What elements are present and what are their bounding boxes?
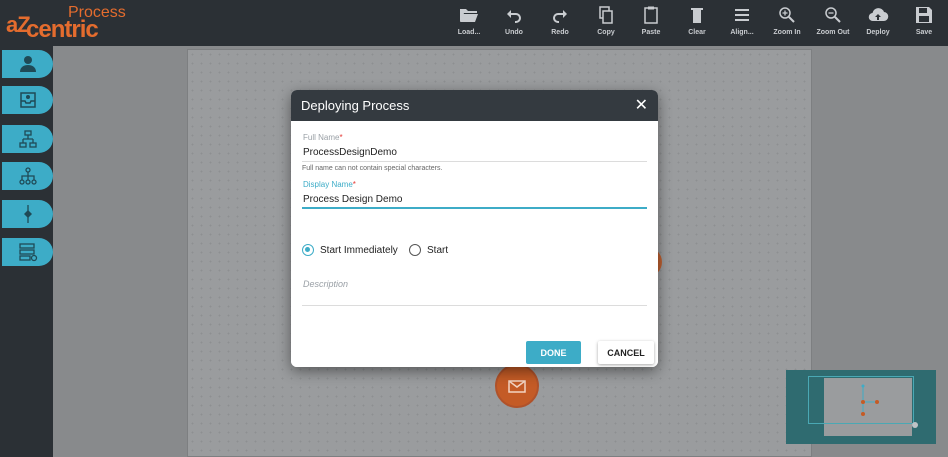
logo-product: Process: [68, 4, 126, 21]
align-label: Align...: [730, 29, 754, 36]
sidebar-item-hierarchy[interactable]: [2, 125, 53, 153]
description-underline: [302, 305, 647, 306]
full-name-field[interactable]: ProcessDesignDemo: [303, 147, 397, 158]
sidebar-item-server-settings[interactable]: [2, 238, 53, 266]
zoom-out-label: Zoom Out: [816, 29, 850, 36]
top-toolbar: aZ centric Process Load... Undo Redo Cop…: [0, 0, 948, 46]
zoom-out-icon: [825, 7, 841, 23]
copy-label: Copy: [597, 29, 615, 36]
paste-icon: [644, 6, 658, 24]
undo-label: Undo: [505, 29, 523, 36]
copy-icon: [599, 6, 613, 24]
zoom-in-label: Zoom In: [773, 29, 801, 36]
mail-icon: [508, 380, 526, 393]
process-node-mail[interactable]: [495, 364, 539, 408]
minimap-diagram-icon: [861, 384, 918, 428]
sidebar-item-tree[interactable]: [2, 162, 53, 190]
redo-button[interactable]: Redo: [538, 6, 582, 40]
inbox-icon: [19, 92, 36, 108]
paste-label: Paste: [641, 29, 661, 36]
user-icon: [19, 56, 36, 72]
radio-start-immediately[interactable]: Start Immediately: [302, 244, 398, 256]
zoom-out-button[interactable]: Zoom Out: [811, 6, 855, 40]
sidebar-item-user[interactable]: [2, 50, 53, 78]
full-name-underline: [302, 161, 647, 162]
close-icon[interactable]: ✕: [635, 97, 648, 114]
folder-open-icon: [460, 9, 478, 22]
redo-icon: [553, 10, 567, 23]
load-button[interactable]: Load...: [447, 6, 491, 40]
minimap[interactable]: [786, 370, 936, 444]
copy-button[interactable]: Copy: [584, 6, 628, 40]
undo-icon: [507, 10, 521, 23]
display-name-label: Display Name*: [303, 180, 356, 189]
clear-button[interactable]: Clear: [675, 6, 719, 40]
hierarchy-icon: [18, 130, 37, 148]
tree-icon: [18, 167, 37, 185]
display-name-label-text: Display Name: [303, 180, 353, 189]
align-button[interactable]: Align...: [720, 6, 764, 40]
trash-icon: [691, 8, 703, 23]
save-icon: [916, 7, 932, 23]
cloud-upload-icon: [868, 8, 889, 22]
dialog-footer: DONE CANCEL: [291, 335, 658, 367]
deploy-dialog: Deploying Process ✕ Full Name* ProcessDe…: [291, 90, 658, 367]
dialog-title: Deploying Process: [301, 98, 410, 113]
done-button[interactable]: DONE: [526, 341, 581, 364]
paste-button[interactable]: Paste: [629, 6, 673, 40]
app-logo: aZ centric Process: [6, 4, 136, 43]
sidebar: [0, 46, 53, 457]
undo-button[interactable]: Undo: [492, 6, 536, 40]
required-mark: *: [339, 133, 343, 142]
redo-label: Redo: [551, 29, 569, 36]
radio-start[interactable]: Start: [409, 244, 448, 256]
display-name-underline: [302, 207, 647, 209]
sidebar-item-flow[interactable]: [2, 200, 53, 228]
zoom-in-icon: [779, 7, 795, 23]
description-field[interactable]: Description: [303, 279, 348, 289]
sidebar-item-inbox[interactable]: [2, 86, 53, 114]
required-mark: *: [352, 180, 356, 189]
load-label: Load...: [457, 29, 481, 36]
deploy-button[interactable]: Deploy: [856, 6, 900, 40]
align-icon: [735, 9, 749, 21]
full-name-label-text: Full Name: [303, 133, 340, 142]
save-label: Save: [915, 29, 933, 36]
radio-checked-icon: [302, 244, 314, 256]
cancel-button[interactable]: CANCEL: [598, 341, 654, 364]
full-name-hint: Full name can not contain special charac…: [302, 165, 443, 172]
dialog-body: Full Name* ProcessDesignDemo Full name c…: [291, 121, 658, 335]
radio-unchecked-icon: [409, 244, 421, 256]
flow-icon: [23, 205, 32, 223]
zoom-in-button[interactable]: Zoom In: [765, 6, 809, 40]
full-name-label: Full Name*: [303, 133, 343, 142]
radio-start-immediately-label: Start Immediately: [320, 244, 398, 256]
radio-start-label: Start: [427, 244, 449, 256]
display-name-field[interactable]: Process Design Demo: [303, 194, 402, 205]
server-settings-icon: [18, 243, 37, 262]
clear-label: Clear: [688, 29, 706, 36]
deploy-label: Deploy: [866, 29, 890, 36]
dialog-header: Deploying Process ✕: [291, 90, 658, 121]
save-button[interactable]: Save: [902, 6, 946, 40]
